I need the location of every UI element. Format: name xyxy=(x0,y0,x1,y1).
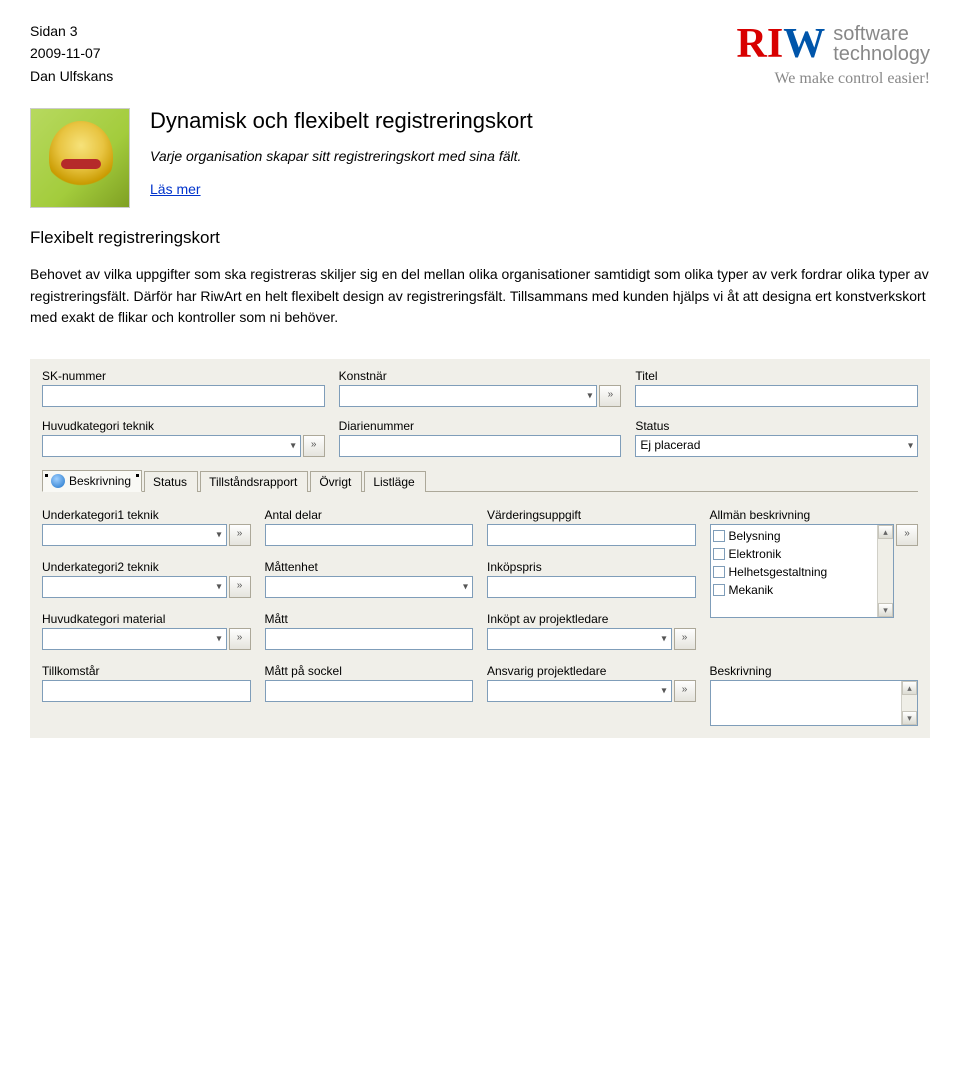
registration-form: SK-nummer Konstnär » Titel Huvudkategori… xyxy=(30,359,930,738)
varderingsuppgift-input[interactable] xyxy=(487,524,696,546)
label-inkopt-av-projektledare: Inköpt av projektledare xyxy=(487,612,696,626)
tab-listlage[interactable]: Listläge xyxy=(364,471,425,492)
tabs: Beskrivning Status Tillståndsrapport Övr… xyxy=(42,469,918,492)
diarienummer-input[interactable] xyxy=(339,435,622,457)
ansvarig-projektledare-combo[interactable] xyxy=(487,680,672,702)
article-body: Behovet av vilka uppgifter som ska regis… xyxy=(30,264,930,329)
page-author: Dan Ulfskans xyxy=(30,65,113,87)
list-item: Helhetsgestaltning xyxy=(713,563,876,581)
sk-nummer-input[interactable] xyxy=(42,385,325,407)
tab-tillstandsrapport[interactable]: Tillståndsrapport xyxy=(200,471,308,492)
huvudkategori-teknik-combo[interactable] xyxy=(42,435,301,457)
matt-input[interactable] xyxy=(265,628,474,650)
label-diarienummer: Diarienummer xyxy=(339,419,622,433)
checkbox-icon[interactable] xyxy=(713,566,725,578)
konstnar-lookup-button[interactable]: » xyxy=(599,385,621,407)
label-sk-nummer: SK-nummer xyxy=(42,369,325,383)
underkategori1-lookup-button[interactable]: » xyxy=(229,524,251,546)
huvudkategori-material-combo[interactable] xyxy=(42,628,227,650)
inkopspris-input[interactable] xyxy=(487,576,696,598)
article-lead: Varje organisation skapar sitt registrer… xyxy=(150,146,930,167)
underkategori1-teknik-combo[interactable] xyxy=(42,524,227,546)
page-header: Sidan 3 2009-11-07 Dan Ulfskans RIW soft… xyxy=(30,20,930,88)
label-underkategori2-teknik: Underkategori2 teknik xyxy=(42,560,251,574)
titel-input[interactable] xyxy=(635,385,918,407)
checkbox-icon[interactable] xyxy=(713,530,725,542)
page-date: 2009-11-07 xyxy=(30,42,113,64)
label-matt-pa-sockel: Mått på sockel xyxy=(265,664,474,678)
page-meta: Sidan 3 2009-11-07 Dan Ulfskans xyxy=(30,20,113,87)
allman-beskrivning-lookup-button[interactable]: » xyxy=(896,524,918,546)
mattenhet-combo[interactable] xyxy=(265,576,474,598)
list-item: Belysning xyxy=(713,527,876,545)
label-titel: Titel xyxy=(635,369,918,383)
label-underkategori1-teknik: Underkategori1 teknik xyxy=(42,508,251,522)
brand-logo: RIW software technology We make control … xyxy=(737,20,930,88)
label-varderingsuppgift: Värderingsuppgift xyxy=(487,508,696,522)
label-allman-beskrivning: Allmän beskrivning xyxy=(710,508,919,522)
tab-status[interactable]: Status xyxy=(144,471,198,492)
article-title: Dynamisk och flexibelt registreringskort xyxy=(150,108,930,134)
inkopt-av-projektledare-combo[interactable] xyxy=(487,628,672,650)
inkopt-av-lookup-button[interactable]: » xyxy=(674,628,696,650)
underkategori2-teknik-combo[interactable] xyxy=(42,576,227,598)
underkategori2-lookup-button[interactable]: » xyxy=(229,576,251,598)
logo-line1: software xyxy=(833,24,930,44)
label-konstnar: Konstnär xyxy=(339,369,622,383)
label-status: Status xyxy=(635,419,918,433)
beskrivning-textarea[interactable]: ▴▾ xyxy=(710,680,919,726)
logo-tagline: We make control easier! xyxy=(774,70,930,88)
scroll-up-icon: ▴ xyxy=(902,681,917,695)
label-huvudkategori-teknik: Huvudkategori teknik xyxy=(42,419,325,433)
tab-active-icon xyxy=(51,474,65,488)
label-huvudkategori-material: Huvudkategori material xyxy=(42,612,251,626)
article-thumbnail-icon xyxy=(30,108,130,208)
scroll-up-icon: ▴ xyxy=(878,525,893,539)
page-number: Sidan 3 xyxy=(30,20,113,42)
logo-mark-icon: RIW xyxy=(737,20,826,68)
label-tillkomstar: Tillkomstår xyxy=(42,664,251,678)
status-combo[interactable]: Ej placerad xyxy=(635,435,918,457)
label-beskrivning: Beskrivning xyxy=(710,664,919,678)
checkbox-icon[interactable] xyxy=(713,584,725,596)
tab-ovrigt[interactable]: Övrigt xyxy=(310,471,362,492)
logo-line2: technology xyxy=(833,44,930,64)
label-mattenhet: Måttenhet xyxy=(265,560,474,574)
label-ansvarig-projektledare: Ansvarig projektledare xyxy=(487,664,696,678)
tillkomstar-input[interactable] xyxy=(42,680,251,702)
scrollbar[interactable]: ▴▾ xyxy=(901,681,917,725)
huvudkategori-material-lookup-button[interactable]: » xyxy=(229,628,251,650)
label-inkopspris: Inköpspris xyxy=(487,560,696,574)
list-item: Elektronik xyxy=(713,545,876,563)
antal-delar-input[interactable] xyxy=(265,524,474,546)
label-matt: Mått xyxy=(265,612,474,626)
ansvarig-lookup-button[interactable]: » xyxy=(674,680,696,702)
huvudkategori-teknik-lookup-button[interactable]: » xyxy=(303,435,325,457)
tab-beskrivning[interactable]: Beskrivning xyxy=(42,470,142,492)
article-subtitle: Flexibelt registreringskort xyxy=(30,228,930,248)
label-antal-delar: Antal delar xyxy=(265,508,474,522)
list-item: Mekanik xyxy=(713,581,876,599)
scroll-down-icon: ▾ xyxy=(902,711,917,725)
scrollbar[interactable]: ▴▾ xyxy=(877,525,893,617)
article-heading-block: Dynamisk och flexibelt registreringskort… xyxy=(30,108,930,208)
scroll-down-icon: ▾ xyxy=(878,603,893,617)
allman-beskrivning-listbox[interactable]: Belysning Elektronik Helhetsgestaltning … xyxy=(710,524,895,618)
read-more-link[interactable]: Läs mer xyxy=(150,181,201,197)
checkbox-icon[interactable] xyxy=(713,548,725,560)
konstnar-combo[interactable] xyxy=(339,385,598,407)
matt-pa-sockel-input[interactable] xyxy=(265,680,474,702)
